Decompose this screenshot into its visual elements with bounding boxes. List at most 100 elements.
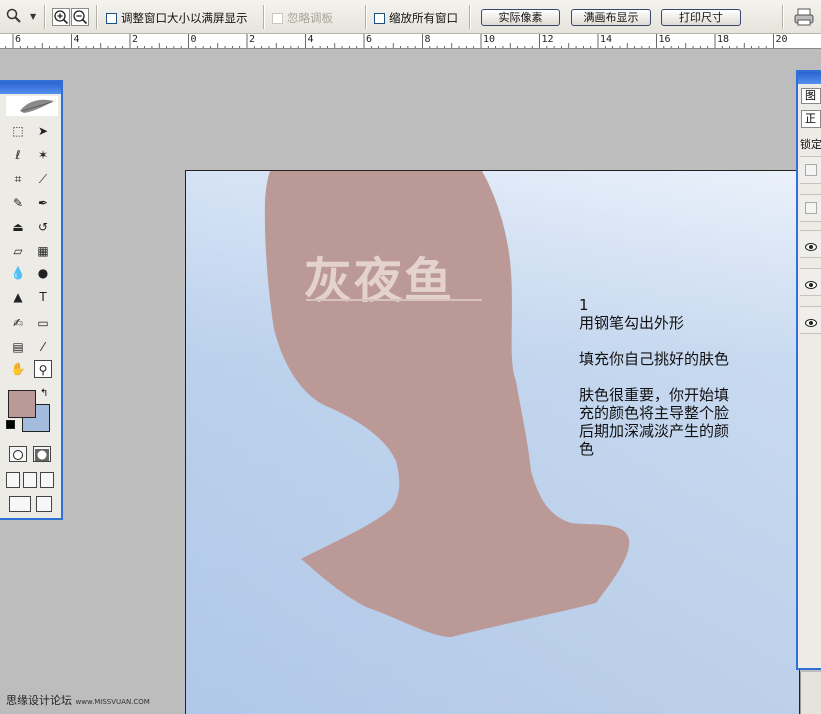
annotation-line: 后期加深减淡产生的颜 <box>579 422 730 440</box>
scrollbar[interactable] <box>800 672 821 714</box>
annotation-line: 肤色很重要，你开始填 <box>579 386 730 404</box>
layer-row[interactable] <box>800 306 821 334</box>
screen-mode-full-button[interactable] <box>40 472 54 488</box>
clone-stamp-icon[interactable]: ⏏ <box>9 218 27 236</box>
eye-icon[interactable] <box>805 276 817 289</box>
annotation-line: 色 <box>579 440 595 458</box>
blend-mode-select[interactable]: 正 <box>801 110 821 128</box>
lasso-icon[interactable]: ℓ <box>9 146 27 164</box>
ruler-label: 4 <box>307 34 314 45</box>
layer-row[interactable] <box>800 156 821 184</box>
swap-colors-icon[interactable]: ↰ <box>40 388 48 399</box>
zoom-in-button[interactable] <box>52 8 70 26</box>
palette-well-button[interactable] <box>793 7 815 27</box>
credit-text: 思缘设计论坛 <box>6 694 72 707</box>
zoom-out-icon <box>73 10 88 25</box>
lock-label: 锁定 <box>800 138 821 151</box>
layer-row[interactable] <box>800 194 821 222</box>
resize-windows-label: 调整窗口大小以满屏显示 <box>121 11 248 25</box>
layer-row[interactable] <box>800 268 821 296</box>
ignore-palettes-checkbox: 忽略调板 <box>272 10 333 26</box>
crop-icon[interactable]: ⌗ <box>9 170 27 188</box>
mask-icon <box>35 449 49 461</box>
screen-mode-menu-button[interactable] <box>23 472 37 488</box>
credit-url: www.MISSVUAN.COM <box>75 698 150 706</box>
annotation-line: 用钢笔勾出外形 <box>579 314 685 332</box>
magic-wand-icon[interactable]: ✶ <box>34 146 52 164</box>
layer-row[interactable] <box>800 230 821 258</box>
zoom-icon <box>6 8 22 28</box>
annotation-line: 1 <box>579 296 589 314</box>
brush-icon[interactable]: ✒ <box>34 194 52 212</box>
move-icon[interactable]: ➤ <box>34 122 52 140</box>
notes-icon[interactable]: ▤ <box>9 338 27 356</box>
resize-windows-checkbox[interactable]: 调整窗口大小以满屏显示 <box>106 10 248 26</box>
tool-preset-picker[interactable]: ▼ <box>6 8 38 26</box>
eye-icon[interactable] <box>805 238 817 251</box>
zoom-in-icon <box>54 10 69 25</box>
visibility-toggle[interactable] <box>805 202 817 214</box>
ruler-label: 2 <box>249 34 256 45</box>
ruler-ticks <box>5 34 774 48</box>
marquee-icon[interactable]: ⬚ <box>9 122 27 140</box>
standard-mode-button[interactable] <box>9 446 27 462</box>
pen-icon[interactable]: ✍ <box>9 314 27 332</box>
circle-icon <box>13 450 23 460</box>
checkbox-box[interactable] <box>106 12 117 24</box>
quick-mask-button[interactable] <box>33 446 51 462</box>
zoom-all-windows-checkbox[interactable]: 缩放所有窗口 <box>374 10 458 26</box>
actual-pixels-button[interactable]: 实际像素 <box>481 9 560 26</box>
skin-silhouette <box>264 171 630 637</box>
shape-icon[interactable]: ▭ <box>34 314 52 332</box>
history-brush-icon[interactable]: ↺ <box>34 218 52 236</box>
ruler-label: 6 <box>15 34 22 45</box>
ruler-label: 18 <box>717 34 730 45</box>
type-icon[interactable]: T <box>34 288 52 306</box>
ruler-label: 2 <box>132 34 139 45</box>
ruler-label: 14 <box>600 34 613 45</box>
document-canvas[interactable]: 灰夜鱼 1 用钢笔勾出外形 填充你自己挑好的肤色 肤色很重要，你开始填 充的颜色将主导整… <box>185 170 800 714</box>
gradient-icon[interactable]: ▦ <box>34 242 52 260</box>
edit-in-imageready-icon[interactable] <box>36 496 52 512</box>
ruler-label: 12 <box>541 34 554 45</box>
ignore-palettes-label: 忽略调板 <box>287 11 333 25</box>
path-selection-icon[interactable]: ▲ <box>9 288 27 306</box>
foreground-color-swatch[interactable] <box>8 390 36 418</box>
ruler-label: 16 <box>658 34 671 45</box>
jump-to-imageready-button[interactable] <box>9 496 31 512</box>
annotation-line: 填充你自己挑好的肤色 <box>579 350 730 368</box>
eyedropper-icon[interactable]: ⁄ <box>34 338 52 356</box>
ruler-label: 4 <box>73 34 80 45</box>
tab-layers[interactable]: 图 <box>801 88 821 104</box>
layers-titlebar[interactable] <box>798 72 821 84</box>
visibility-toggle[interactable] <box>805 164 817 176</box>
divider <box>263 5 265 29</box>
fit-screen-button[interactable]: 满画布显示 <box>571 9 651 26</box>
ruler-label: 6 <box>366 34 373 45</box>
ruler-label: 8 <box>424 34 431 45</box>
default-colors-icon[interactable] <box>6 420 15 429</box>
toolbox-titlebar[interactable] <box>0 82 61 94</box>
horizontal-ruler[interactable]: 6 4 2 0 2 4 6 8 10 12 14 16 18 20 <box>0 34 821 49</box>
checkbox-box[interactable] <box>374 12 385 24</box>
dodge-icon[interactable]: ● <box>34 264 52 282</box>
blur-icon[interactable]: 💧 <box>9 264 27 282</box>
print-size-button[interactable]: 打印尺寸 <box>661 9 741 26</box>
ruler-label: 10 <box>483 34 496 45</box>
feather-logo-icon[interactable] <box>6 96 58 116</box>
hand-icon[interactable]: ✋ <box>9 360 27 378</box>
healing-brush-icon[interactable]: ✎ <box>9 194 27 212</box>
eye-icon[interactable] <box>805 314 817 327</box>
screen-mode-standard-button[interactable] <box>6 472 20 488</box>
ruler-label: 0 <box>190 34 197 45</box>
divider <box>469 5 471 29</box>
eraser-icon[interactable]: ▱ <box>9 242 27 260</box>
divider <box>782 5 784 29</box>
zoom-out-button[interactable] <box>71 8 89 26</box>
slice-icon[interactable]: ⟋ <box>34 170 52 188</box>
annotation-line: 充的颜色将主导整个脸 <box>579 404 730 422</box>
divider <box>365 5 367 29</box>
toolbox-panel: ⬚ ➤ ℓ ✶ ⌗ ⟋ ✎ ✒ ⏏ ↺ ▱ ▦ 💧 ● ▲ T ✍ ▭ ▤ ⁄ ✋ ⚲ ↰ <box>0 80 63 520</box>
zoom-icon[interactable]: ⚲ <box>34 360 52 378</box>
site-credit: 思缘设计论坛 www.MISSVUAN.COM <box>6 692 150 708</box>
